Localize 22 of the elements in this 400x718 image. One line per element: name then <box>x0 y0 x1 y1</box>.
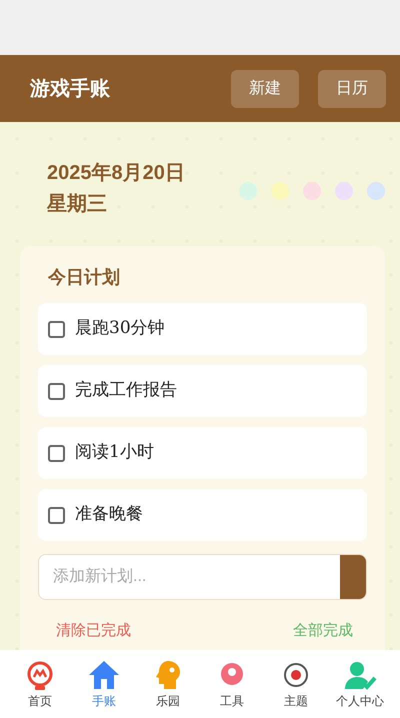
date-text: 2025年8月20日 <box>47 161 186 186</box>
task-text: 阅读1小时 <box>75 441 154 464</box>
nav-tab[interactable]: 工具 <box>202 658 262 710</box>
weekday-text: 星期三 <box>47 192 108 217</box>
task-checkbox[interactable] <box>48 444 65 462</box>
task-checkbox[interactable] <box>48 382 65 400</box>
nav-tab[interactable]: 首页 <box>10 658 70 710</box>
header-button[interactable]: 新建 <box>231 70 299 108</box>
nav-house-icon <box>87 658 121 690</box>
nav-tab[interactable]: 个人中心 <box>330 658 390 710</box>
card-title: 今日计划 <box>48 266 121 289</box>
task-checkbox[interactable] <box>48 506 65 524</box>
nav-head-icon <box>153 658 183 690</box>
nav-tab[interactable]: 手账 <box>74 658 134 710</box>
header-button[interactable]: 日历 <box>318 70 386 108</box>
task-text: 晨跑30分钟 <box>75 317 165 340</box>
task-checkbox[interactable] <box>48 320 65 338</box>
nav-tab[interactable]: 乐园 <box>138 658 198 710</box>
task-text: 完成工作报告 <box>75 379 177 402</box>
task-text: 准备晚餐 <box>75 503 143 526</box>
app-title: 游戏手账 <box>30 76 111 102</box>
nav-tab[interactable]: 主题 <box>266 658 326 710</box>
